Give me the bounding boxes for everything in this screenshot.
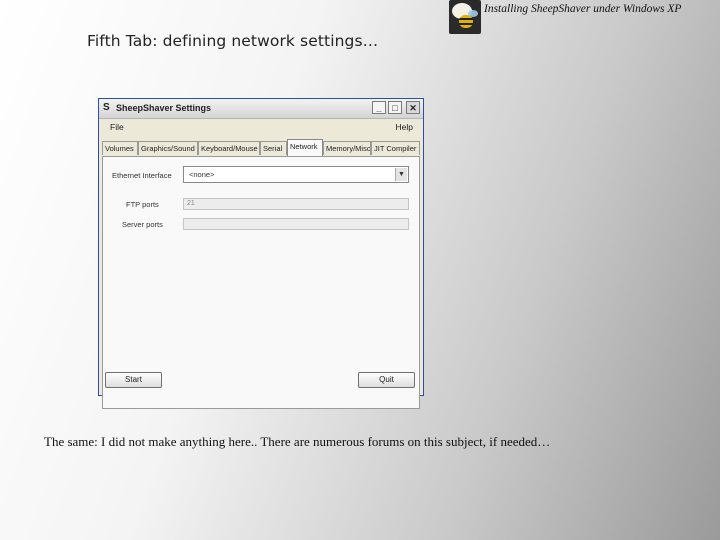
- tab-graphics-sound[interactable]: Graphics/Sound: [138, 141, 198, 155]
- server-ports-label: Server ports: [122, 220, 163, 229]
- menu-help[interactable]: Help: [396, 122, 413, 132]
- sheepshaver-app-icon: S: [103, 102, 110, 113]
- menu-file[interactable]: File: [110, 122, 124, 132]
- ftp-ports-input[interactable]: 21: [183, 198, 409, 210]
- server-ports-input[interactable]: [183, 218, 409, 230]
- window-title: SheepShaver Settings: [116, 103, 212, 113]
- slide-caption: The same: I did not make anything here..…: [44, 434, 551, 449]
- sheepshaver-logo: [449, 0, 481, 34]
- bee-icon: [459, 15, 473, 28]
- ftp-ports-label: FTP ports: [126, 200, 159, 209]
- slide-title: Fifth Tab: defining network settings…: [87, 32, 379, 50]
- presentation-header: Installing SheepShaver under Windows XP: [484, 3, 682, 15]
- close-button[interactable]: ✕: [406, 101, 420, 114]
- menu-bar: File Help: [99, 119, 423, 134]
- window-titlebar[interactable]: S SheepShaver Settings _ □ ✕: [99, 99, 423, 119]
- maximize-button[interactable]: □: [388, 101, 402, 114]
- chevron-down-icon[interactable]: ▼: [395, 168, 407, 181]
- tab-volumes[interactable]: Volumes: [102, 141, 138, 155]
- minimize-button[interactable]: _: [372, 101, 386, 114]
- tab-bar: Volumes Graphics/Sound Keyboard/Mouse Se…: [102, 139, 420, 156]
- ethernet-interface-select[interactable]: <none> ▼: [183, 166, 409, 183]
- tab-keyboard-mouse[interactable]: Keyboard/Mouse: [198, 141, 260, 155]
- tab-serial[interactable]: Serial: [260, 141, 287, 155]
- ethernet-interface-label: Ethernet Interface: [112, 171, 172, 180]
- tab-memory-misc[interactable]: Memory/Misc: [323, 141, 371, 155]
- tab-jit-compiler[interactable]: JIT Compiler: [371, 141, 420, 155]
- settings-window: S SheepShaver Settings _ □ ✕ File Help V…: [98, 98, 424, 409]
- ethernet-interface-value: <none>: [189, 170, 215, 179]
- quit-button[interactable]: Quit: [358, 372, 415, 388]
- start-button[interactable]: Start: [105, 372, 162, 388]
- tab-network[interactable]: Network: [287, 139, 323, 156]
